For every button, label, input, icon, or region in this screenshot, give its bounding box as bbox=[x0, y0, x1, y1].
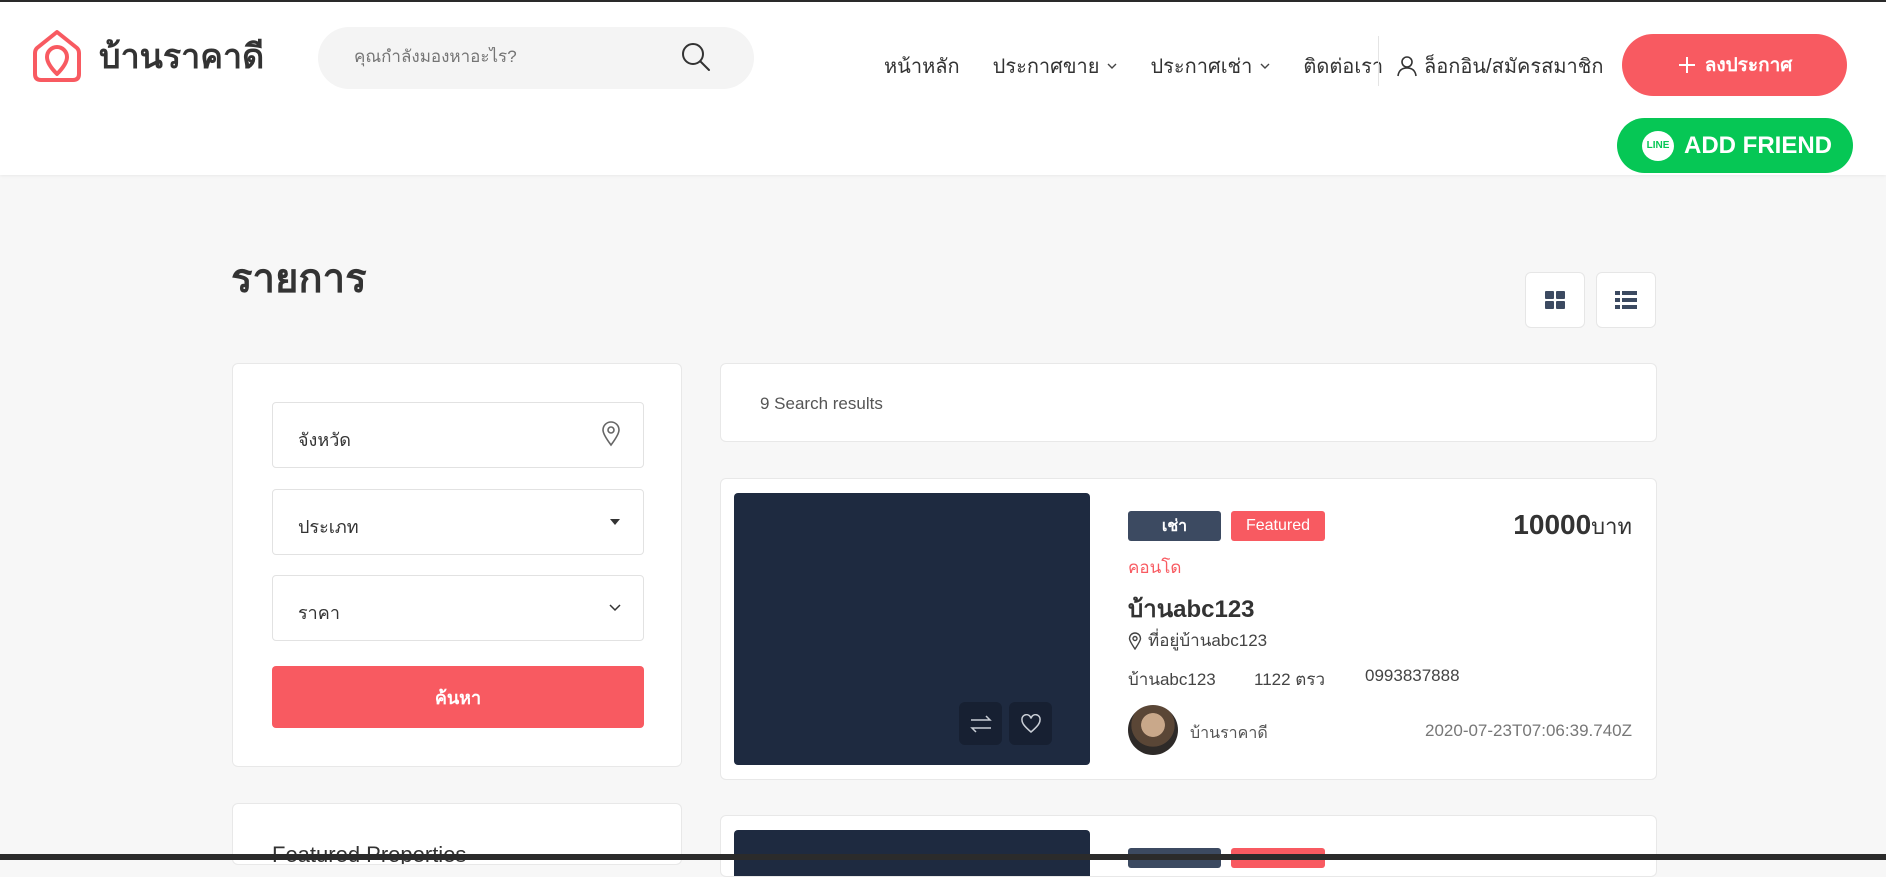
grid-view-icon bbox=[1545, 291, 1565, 309]
agent-name[interactable]: บ้านราคาดี bbox=[1190, 721, 1268, 746]
compare-icon bbox=[969, 714, 992, 733]
search-input[interactable] bbox=[354, 47, 674, 67]
search-submit-label: ค้นหา bbox=[434, 687, 482, 708]
listing-address-text: ที่อยู่บ้านabc123 bbox=[1148, 631, 1268, 650]
list-view-button[interactable] bbox=[1596, 272, 1656, 328]
page-title: รายการ bbox=[231, 257, 367, 301]
listing-name: บ้านabc123 bbox=[1128, 670, 1216, 689]
chevron-down-icon bbox=[1260, 63, 1270, 69]
nav-contact[interactable]: ติดต่อเรา bbox=[1303, 50, 1383, 82]
brand-name: บ้านราคาดี bbox=[99, 38, 265, 76]
listing-image[interactable] bbox=[734, 493, 1090, 765]
listing-price-unit: บาท bbox=[1591, 514, 1632, 539]
grid-view-button[interactable] bbox=[1525, 272, 1585, 328]
province-field[interactable]: จังหวัด bbox=[272, 402, 644, 468]
line-logo-icon: LINE bbox=[1642, 130, 1674, 161]
plus-icon bbox=[1678, 57, 1695, 73]
location-pin-icon bbox=[602, 421, 620, 447]
nav-sale[interactable]: ประกาศขาย bbox=[993, 50, 1118, 82]
brand-logo[interactable]: บ้านราคาดี bbox=[31, 28, 264, 84]
chevron-down-icon bbox=[609, 604, 621, 612]
province-label: จังหวัด bbox=[298, 430, 351, 450]
nav-rent-label: ประกาศเช่า bbox=[1150, 56, 1253, 78]
search-icon[interactable] bbox=[680, 41, 712, 73]
price-select[interactable]: ราคา bbox=[272, 575, 644, 641]
line-add-friend-label: ADD FRIEND bbox=[1684, 131, 1832, 159]
nav-home[interactable]: หน้าหลัก bbox=[884, 50, 960, 82]
window-bottom-border bbox=[0, 854, 1886, 860]
property-type[interactable]: คอนโด bbox=[1128, 554, 1181, 581]
listing-card[interactable] bbox=[720, 815, 1657, 877]
results-summary: 9 Search results bbox=[720, 363, 1657, 442]
listing-title[interactable]: บ้านabc123 bbox=[1128, 589, 1255, 628]
nav-home-label: หน้าหลัก bbox=[884, 56, 960, 78]
filter-panel: จังหวัด ประเภท ราคา ค้นหา bbox=[232, 363, 682, 767]
search-submit-button[interactable]: ค้นหา bbox=[272, 666, 644, 728]
listing-card[interactable]: เช่า Featured 10000บาท คอนโด บ้านabc123 … bbox=[720, 478, 1657, 780]
price-label: ราคา bbox=[298, 603, 340, 623]
listing-type-badge: เช่า bbox=[1128, 511, 1221, 541]
line-add-friend-button[interactable]: LINE ADD FRIEND bbox=[1617, 118, 1853, 173]
favorite-button[interactable] bbox=[1009, 702, 1052, 745]
home-pin-icon bbox=[33, 30, 81, 82]
nav-sale-label: ประกาศขาย bbox=[992, 56, 1100, 78]
heart-icon bbox=[1020, 713, 1041, 733]
main-nav: หน้าหลัก ประกาศขาย ประกาศเช่า ติดต่อเรา bbox=[884, 50, 1416, 82]
caret-down-icon bbox=[610, 519, 620, 525]
chevron-down-icon bbox=[1107, 63, 1117, 69]
listing-area: 1122 ตรว bbox=[1254, 670, 1325, 689]
results-count: 9 Search results bbox=[760, 394, 883, 413]
nav-rent[interactable]: ประกาศเช่า bbox=[1150, 50, 1270, 82]
post-listing-button[interactable]: ลงประกาศ bbox=[1622, 34, 1847, 96]
user-icon bbox=[1397, 56, 1417, 77]
post-listing-label: ลงประกาศ bbox=[1704, 55, 1793, 76]
location-pin-icon bbox=[1128, 631, 1142, 650]
list-view-icon bbox=[1615, 291, 1637, 309]
agent-avatar[interactable] bbox=[1128, 705, 1178, 755]
listing-phone: 0993837888 bbox=[1365, 666, 1460, 685]
nav-divider bbox=[1378, 36, 1379, 86]
login-link[interactable]: ล็อกอิน/สมัครสมาชิก bbox=[1396, 50, 1603, 82]
header-search bbox=[318, 27, 754, 89]
login-label: ล็อกอิน/สมัครสมาชิก bbox=[1424, 56, 1604, 78]
listing-date: 2020-07-23T07:06:39.740Z bbox=[1425, 721, 1632, 740]
type-select[interactable]: ประเภท bbox=[272, 489, 644, 555]
featured-badge: Featured bbox=[1231, 511, 1325, 541]
site-header: บ้านราคาดี หน้าหลัก ประกาศขาย ประกาศเช่า… bbox=[0, 2, 1886, 175]
compare-button[interactable] bbox=[959, 702, 1002, 745]
listing-price-value: 10000 bbox=[1513, 509, 1592, 540]
listing-address: ที่อยู่บ้านabc123 bbox=[1128, 627, 1267, 654]
listing-price: 10000บาท bbox=[1513, 509, 1632, 544]
nav-contact-label: ติดต่อเรา bbox=[1303, 56, 1384, 78]
type-label: ประเภท bbox=[298, 517, 359, 537]
